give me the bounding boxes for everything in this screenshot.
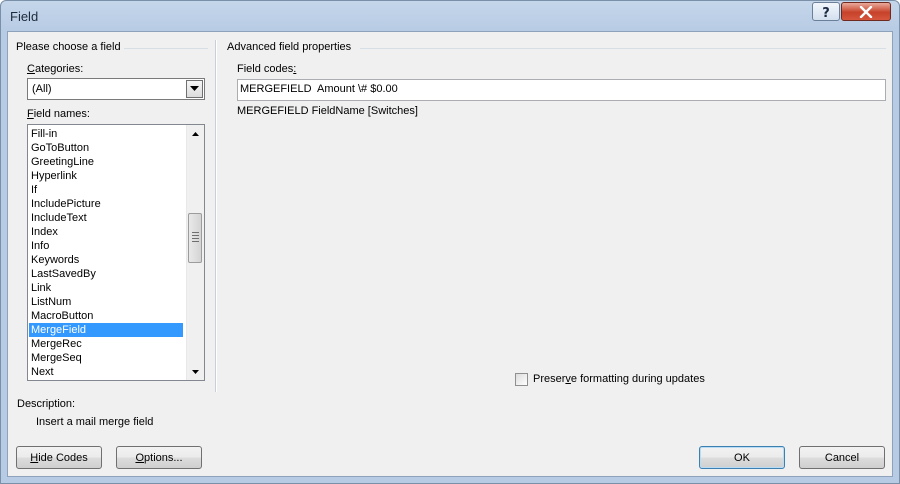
- list-item[interactable]: MacroButton: [29, 309, 183, 323]
- scroll-up-arrow-icon: [192, 131, 199, 136]
- thumb-grip-line: [192, 232, 199, 233]
- field-codes-input[interactable]: [237, 79, 886, 101]
- list-item[interactable]: IncludeText: [29, 211, 183, 225]
- list-item[interactable]: Next: [29, 365, 183, 379]
- right-group-divider: [360, 48, 886, 49]
- field-dialog: Field ? Please choose a field Categories…: [0, 0, 900, 484]
- categories-combobox[interactable]: (All): [27, 78, 205, 100]
- list-item-selected[interactable]: MergeField: [29, 323, 183, 337]
- dialog-client-area: Please choose a field Categories: (All) …: [7, 31, 893, 477]
- svg-text:?: ?: [822, 6, 830, 19]
- field-codes-label: Field codes:: [237, 63, 297, 75]
- hide-codes-button[interactable]: Hide Codes: [16, 446, 102, 469]
- description-text: Insert a mail merge field: [36, 416, 154, 428]
- question-mark-icon: ?: [822, 6, 830, 19]
- list-item[interactable]: Hyperlink: [29, 169, 183, 183]
- field-names-scrollbar[interactable]: [186, 125, 204, 380]
- list-item[interactable]: Info: [29, 239, 183, 253]
- preserve-formatting-label[interactable]: Preserve formatting during updates: [533, 373, 705, 385]
- thumb-grip-line: [192, 235, 199, 236]
- thumb-grip-line: [192, 238, 199, 239]
- left-group-divider: [124, 48, 208, 49]
- field-names-label: Field names:: [27, 108, 90, 120]
- scroll-down-button[interactable]: [187, 363, 204, 380]
- options-button[interactable]: Options...: [116, 446, 202, 469]
- close-x-icon: [859, 5, 873, 18]
- list-item[interactable]: GoToButton: [29, 141, 183, 155]
- description-label: Description:: [17, 398, 76, 410]
- list-item[interactable]: MergeSeq: [29, 351, 183, 365]
- thumb-grip-line: [192, 241, 199, 242]
- choose-field-group-title: Please choose a field: [16, 41, 121, 53]
- list-item[interactable]: Index: [29, 225, 183, 239]
- list-item[interactable]: GreetingLine: [29, 155, 183, 169]
- close-button[interactable]: [841, 2, 891, 21]
- categories-dropdown-button[interactable]: [186, 80, 203, 98]
- list-item[interactable]: IncludePicture: [29, 197, 183, 211]
- list-item[interactable]: MergeRec: [29, 337, 183, 351]
- list-item[interactable]: LastSavedBy: [29, 267, 183, 281]
- list-item[interactable]: Link: [29, 281, 183, 295]
- field-names-listbox[interactable]: Fill-in GoToButton GreetingLine Hyperlin…: [27, 124, 205, 381]
- scroll-thumb[interactable]: [188, 213, 202, 263]
- chevron-down-icon: [190, 86, 199, 91]
- field-codes-text[interactable]: [240, 83, 880, 95]
- list-item[interactable]: Fill-in: [29, 127, 183, 141]
- preserve-formatting-checkbox[interactable]: [515, 373, 528, 386]
- panel-separator: [215, 40, 216, 392]
- scroll-down-arrow-icon: [192, 369, 199, 374]
- categories-label: Categories:: [27, 63, 84, 75]
- field-code-syntax: MERGEFIELD FieldName [Switches]: [237, 105, 418, 117]
- ok-button[interactable]: OK: [699, 446, 785, 469]
- scroll-up-button[interactable]: [187, 125, 204, 142]
- list-item[interactable]: Keywords: [29, 253, 183, 267]
- list-item[interactable]: If: [29, 183, 183, 197]
- help-button[interactable]: ?: [812, 2, 840, 21]
- list-item[interactable]: ListNum: [29, 295, 183, 309]
- window-title: Field: [10, 9, 39, 24]
- categories-selected-value: (All): [32, 83, 52, 95]
- advanced-properties-group-title: Advanced field properties: [227, 41, 352, 53]
- cancel-button[interactable]: Cancel: [799, 446, 885, 469]
- title-bar[interactable]: Field ?: [1, 1, 899, 31]
